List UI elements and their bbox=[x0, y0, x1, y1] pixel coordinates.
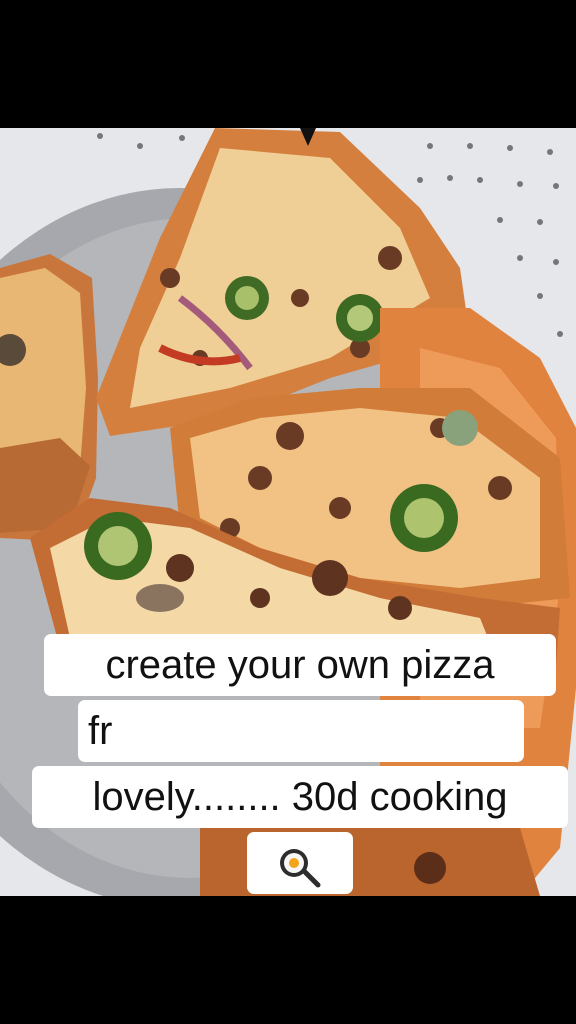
bottom-letterbox bbox=[0, 896, 576, 1024]
caption-overlay: create your own pizza fr lovely........ … bbox=[0, 634, 576, 906]
frying-pan-egg-icon bbox=[276, 840, 324, 888]
caption-line-2-text: fr bbox=[88, 709, 113, 753]
caption-line-2: fr bbox=[78, 700, 524, 762]
caption-line-4 bbox=[247, 832, 353, 894]
caption-line-1: create your own pizza bbox=[44, 634, 556, 696]
top-letterbox bbox=[0, 0, 576, 128]
caption-line-3: lovely........ 30d cooking bbox=[32, 766, 568, 828]
